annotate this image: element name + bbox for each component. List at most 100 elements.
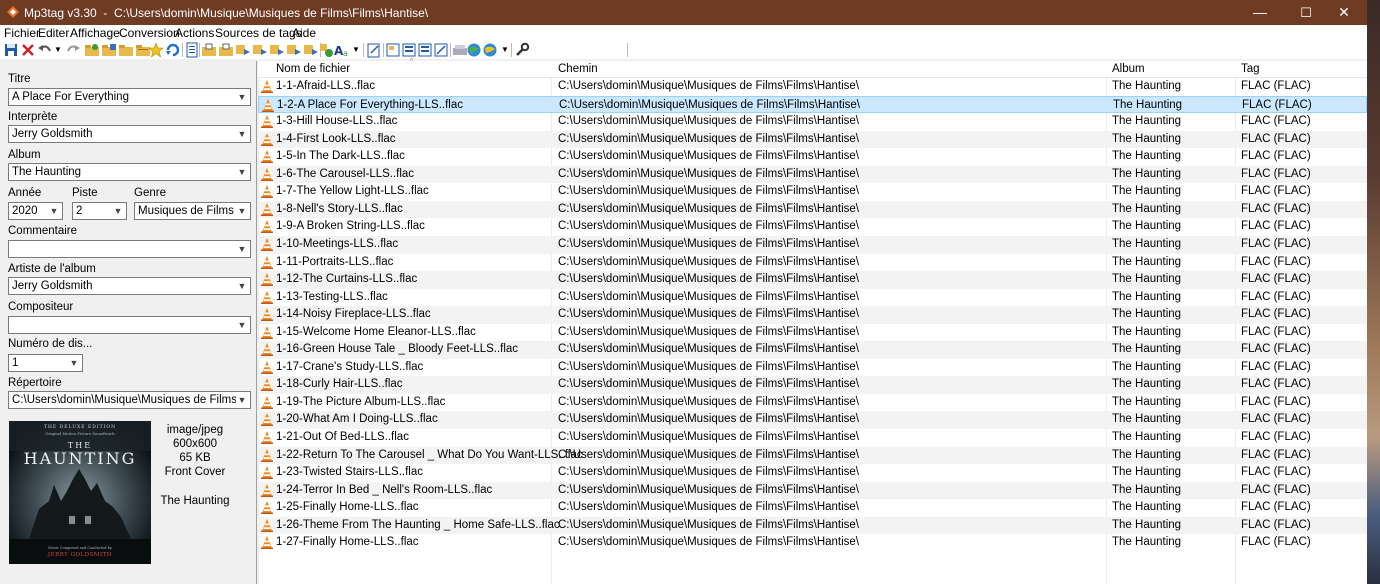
- table-row[interactable]: 1-21-Out Of Bed-LLS..flac C:\Users\domin\…: [258, 429, 1367, 447]
- table-row[interactable]: 1-10-Meetings-LLS..flac C:\Users\domin\Mu…: [258, 235, 1367, 254]
- actions-icon[interactable]: [318, 42, 334, 58]
- chevron-down-icon[interactable]: ▼: [236, 393, 248, 407]
- cover-art-image: THE DELUXE EDITION Original Motion Pictu…: [9, 421, 151, 564]
- chevron-down-icon[interactable]: ▼: [112, 204, 124, 218]
- export-3-icon[interactable]: [417, 42, 433, 58]
- export-4-icon[interactable]: [433, 42, 449, 58]
- table-row[interactable]: 1-4-First Look-LLS..flac C:\Users\domin\M…: [258, 130, 1367, 149]
- table-row[interactable]: 1-1-Afraid-LLS..flac C:\Users\domin\Musiq…: [258, 78, 1367, 96]
- chevron-down-icon[interactable]: ▼: [236, 165, 248, 179]
- tag-source-3-icon[interactable]: [235, 42, 251, 58]
- cell-filename: 1-13-Testing-LLS..flac: [276, 290, 388, 303]
- minimize-button[interactable]: —: [1237, 0, 1283, 25]
- artist-field[interactable]: Jerry Goldsmith ▼: [8, 125, 251, 143]
- table-row[interactable]: 1-26-Theme From The Haunting _ Home Safe…: [258, 516, 1367, 535]
- column-header-tag[interactable]: Tag: [1241, 63, 1260, 75]
- remove-tag-icon[interactable]: [20, 42, 36, 58]
- table-row[interactable]: 1-19-The Picture Album-LLS..flac C:\Users…: [258, 394, 1367, 412]
- menu-sources-de-tags[interactable]: Sources de tags: [215, 26, 302, 40]
- chevron-down-icon[interactable]: ▼: [236, 318, 248, 332]
- options-icon[interactable]: [514, 42, 530, 58]
- undo-icon[interactable]: [37, 42, 53, 58]
- table-row[interactable]: 1-7-The Yellow Light-LLS..flac C:\Users\d…: [258, 183, 1367, 201]
- refresh-icon[interactable]: [165, 42, 181, 58]
- album-artist-field[interactable]: Jerry Goldsmith ▼: [8, 277, 251, 295]
- composer-field[interactable]: ▼: [8, 316, 251, 334]
- text-file-icon[interactable]: [184, 42, 200, 58]
- menu-editer[interactable]: Editer: [38, 26, 69, 40]
- chevron-down-icon[interactable]: ▼: [236, 90, 248, 104]
- chevron-down-icon[interactable]: ▼: [48, 204, 60, 218]
- star-icon[interactable]: [148, 42, 164, 58]
- table-row[interactable]: 1-23-Twisted Stairs-LLS..flac C:\Users\do…: [258, 464, 1367, 482]
- cell-filename: 1-7-The Yellow Light-LLS..flac: [276, 185, 429, 198]
- chevron-down-icon[interactable]: ▼: [236, 242, 248, 256]
- column-header-path[interactable]: Chemin: [558, 63, 598, 75]
- chevron-down-icon[interactable]: ▼: [68, 356, 80, 370]
- table-row[interactable]: 1-22-Return To The Carousel _ What Do Yo…: [258, 446, 1367, 465]
- favorites-icon[interactable]: [118, 42, 134, 58]
- web-sources-2-icon[interactable]: [482, 42, 498, 58]
- redo-icon[interactable]: [65, 42, 81, 58]
- track-field[interactable]: 2 ▼: [72, 202, 127, 220]
- cover-art[interactable]: THE DELUXE EDITION Original Motion Pictu…: [9, 421, 151, 564]
- table-row[interactable]: 1-12-The Curtains-LLS..flac C:\Users\domi…: [258, 271, 1367, 289]
- table-row[interactable]: 1-9-A Broken String-LLS..flac C:\Users\do…: [258, 218, 1367, 236]
- case-convert-icon[interactable]: Aa: [334, 42, 350, 58]
- table-row[interactable]: 1-14-Noisy Fireplace-LLS..flac C:\Users\d…: [258, 306, 1367, 324]
- undo-dropdown-icon[interactable]: ▼: [54, 42, 62, 58]
- table-row[interactable]: 1-25-Finally Home-LLS..flac C:\Users\domi…: [258, 499, 1367, 517]
- add-folder-icon[interactable]: [101, 42, 117, 58]
- table-row[interactable]: 1-20-What Am I Doing-LLS..flac C:\Users\d…: [258, 411, 1367, 430]
- web-sources-dropdown-icon[interactable]: ▼: [501, 42, 509, 58]
- menu-affichage[interactable]: Affichage: [70, 26, 120, 40]
- table-row[interactable]: 1-6-The Carousel-LLS..flac C:\Users\domin…: [258, 165, 1367, 184]
- table-row[interactable]: 1-13-Testing-LLS..flac C:\Users\domin\Mus…: [258, 289, 1367, 307]
- edit-icon[interactable]: [366, 42, 382, 58]
- tag-source-7-icon[interactable]: [303, 42, 319, 58]
- case-dropdown-icon[interactable]: ▼: [352, 42, 360, 58]
- comment-field[interactable]: ▼: [8, 240, 251, 258]
- tag-source-4-icon[interactable]: [252, 42, 268, 58]
- open-folder-icon[interactable]: [84, 42, 100, 58]
- menu-aide[interactable]: Aide: [292, 26, 316, 40]
- chevron-down-icon[interactable]: ▼: [236, 127, 248, 141]
- year-field[interactable]: 2020 ▼: [8, 202, 63, 220]
- table-row[interactable]: 1-8-Nell's Story-LLS..flac C:\Users\domin…: [258, 200, 1367, 219]
- vlc-file-icon: [261, 343, 273, 357]
- table-row[interactable]: 1-2-A Place For Everything-LLS..flac C:\U…: [258, 95, 1367, 114]
- directory-field[interactable]: C:\Users\domin\Musique\Musiques de Films…: [8, 391, 251, 409]
- column-header-album[interactable]: Album: [1112, 63, 1145, 75]
- chevron-down-icon[interactable]: ▼: [236, 279, 248, 293]
- tag-source-6-icon[interactable]: [286, 42, 302, 58]
- export-1-icon[interactable]: [385, 42, 401, 58]
- file-list: Nom de fichier ^ Chemin Album Tag 1-1-Af…: [258, 58, 1367, 584]
- table-row[interactable]: 1-16-Green House Tale _ Bloody Feet-LLS.…: [258, 341, 1367, 359]
- table-row[interactable]: 1-5-In The Dark-LLS..flac C:\Users\domin\…: [258, 148, 1367, 166]
- close-button[interactable]: ✕: [1321, 0, 1367, 25]
- table-row[interactable]: 1-11-Portraits-LLS..flac C:\Users\domin\M…: [258, 254, 1367, 272]
- tag-source-5-icon[interactable]: [269, 42, 285, 58]
- toolbar-separator: [199, 43, 200, 57]
- table-row[interactable]: 1-3-Hill House-LLS..flac C:\Users\domin\M…: [258, 113, 1367, 131]
- menu-actions[interactable]: Actions: [175, 26, 214, 40]
- title-field[interactable]: A Place For Everything ▼: [8, 88, 251, 106]
- menu-conversion[interactable]: Conversion: [119, 26, 180, 40]
- save-icon[interactable]: [3, 42, 19, 58]
- table-row[interactable]: 1-15-Welcome Home Eleanor-LLS..flac C:\Us…: [258, 324, 1367, 342]
- tag-source-1-icon[interactable]: [201, 42, 217, 58]
- genre-field[interactable]: Musiques de Films ▼: [134, 202, 251, 220]
- column-header-filename[interactable]: Nom de fichier: [276, 63, 350, 75]
- cell-filename: 1-16-Green House Tale _ Bloody Feet-LLS.…: [276, 343, 519, 356]
- disc-field[interactable]: 1 ▼: [8, 354, 83, 372]
- tag-source-2-icon[interactable]: [218, 42, 234, 58]
- table-row[interactable]: 1-18-Curly Hair-LLS..flac C:\Users\domin\…: [258, 376, 1367, 394]
- export-2-icon[interactable]: [401, 42, 417, 58]
- chevron-down-icon[interactable]: ▼: [236, 204, 248, 218]
- table-row[interactable]: 1-17-Crane's Study-LLS..flac C:\Users\dom…: [258, 359, 1367, 377]
- menu-fichier[interactable]: Fichier: [4, 26, 40, 40]
- table-row[interactable]: 1-24-Terror In Bed _ Nell's Room-LLS..fl…: [258, 481, 1367, 500]
- table-row[interactable]: 1-27-Finally Home-LLS..flac C:\Users\domi…: [258, 534, 1367, 552]
- web-sources-icon[interactable]: [466, 42, 482, 58]
- album-field[interactable]: The Haunting ▼: [8, 163, 251, 181]
